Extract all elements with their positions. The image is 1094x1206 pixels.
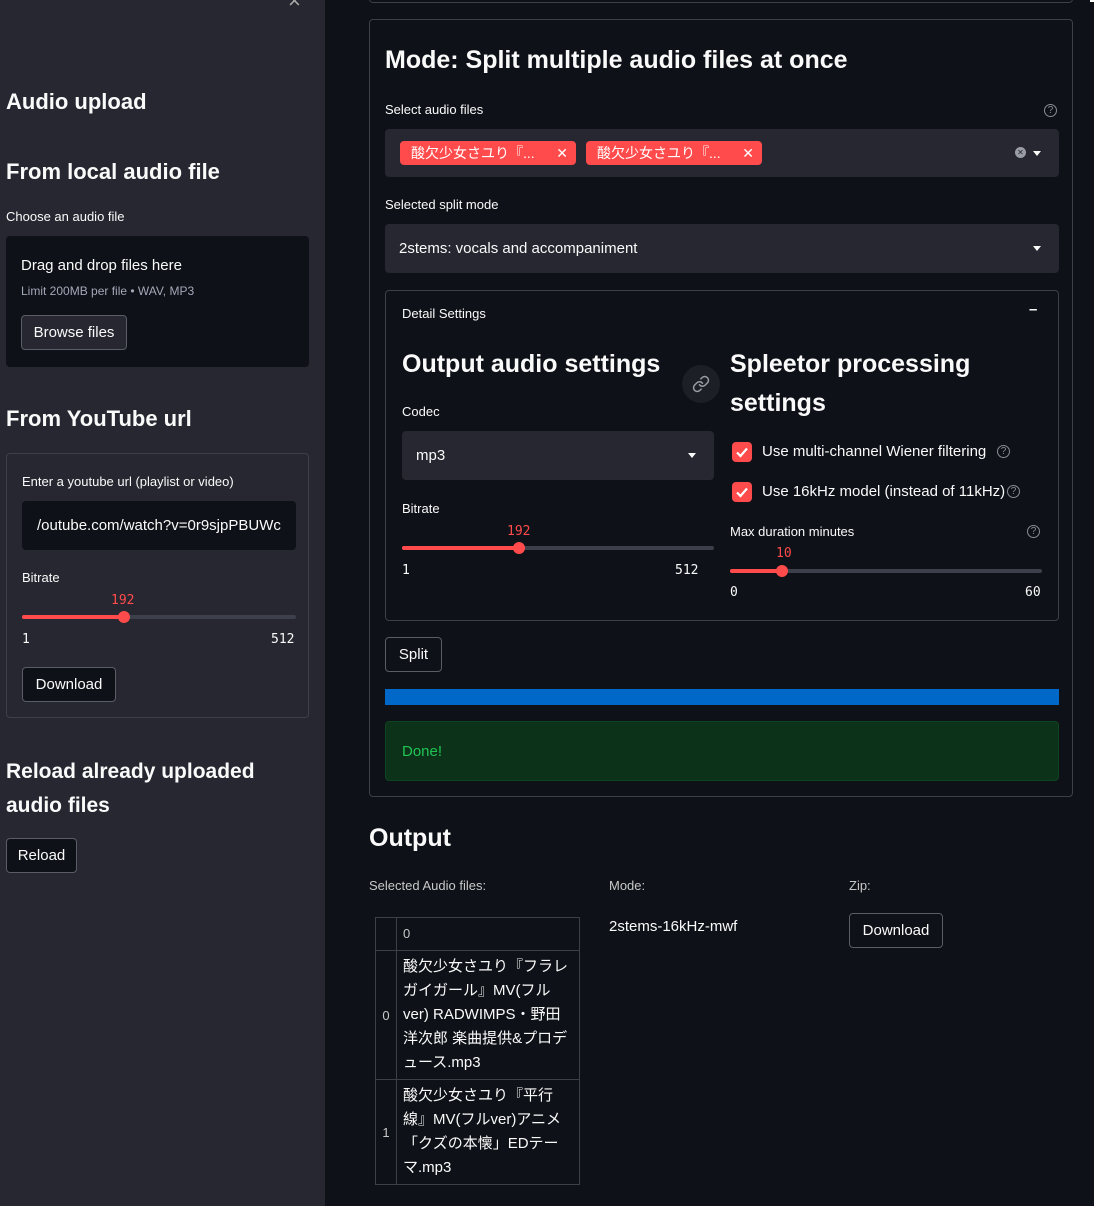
mode-title: Mode: Split multiple audio files at once	[385, 46, 848, 74]
model16k-label: Use 16kHz model (instead of 11kHz)	[762, 483, 1006, 500]
split-button[interactable]: Split	[385, 637, 442, 672]
output-bitrate-slider[interactable]	[402, 542, 714, 554]
table-row: 0 酸欠少女さユり『フラレガイガール』MV(フルver) RADWIMPS・野田…	[375, 950, 580, 1080]
remove-tag-icon[interactable]: ✕	[742, 145, 754, 162]
dropzone-text: Drag and drop files here	[21, 257, 182, 274]
max-duration-slider[interactable]	[730, 565, 1042, 577]
dropzone-limit: Limit 200MB per file • WAV, MP3	[21, 284, 195, 298]
output-bitrate-max: 512	[675, 563, 699, 578]
local-file-title: From local audio file	[6, 159, 220, 184]
progress-bar	[385, 689, 1059, 705]
output-settings-title: Output audio settings	[402, 350, 661, 378]
bitrate-slider-thumb[interactable]	[118, 611, 131, 623]
output-bitrate-value: 192	[507, 524, 531, 539]
chevron-down-icon[interactable]	[1033, 246, 1041, 251]
reload-title: Reload already uploaded audio files	[6, 755, 255, 823]
table-cell: 酸欠少女さユり『平行線』MV(フルver)アニメ「クズの本懐」EDテーマ.mp3	[396, 1079, 580, 1185]
max-duration-help-icon[interactable]: ?	[1027, 525, 1040, 538]
output-bitrate-label: Bitrate	[402, 501, 440, 516]
select-files-help-icon[interactable]: ?	[1044, 104, 1057, 117]
youtube-form: Enter a youtube url (playlist or video) …	[6, 453, 309, 718]
mode-label: Mode:	[609, 878, 646, 893]
previous-container-edge	[369, 0, 1073, 3]
split-mode-value: 2stems: vocals and accompaniment	[399, 240, 638, 257]
table-row-index: 1	[375, 1079, 397, 1185]
browse-files-button[interactable]: Browse files	[21, 315, 127, 350]
split-mode-select[interactable]: 2stems: vocals and accompaniment	[385, 224, 1059, 273]
table-cell: 酸欠少女さユり『フラレガイガール』MV(フルver) RADWIMPS・野田洋次…	[396, 950, 580, 1080]
success-alert: Done!	[385, 721, 1059, 781]
table-column-header: 0	[396, 917, 580, 951]
select-files-label: Select audio files	[385, 102, 484, 117]
max-duration-slider-thumb[interactable]	[776, 565, 788, 577]
audio-upload-title: Audio upload	[6, 89, 147, 114]
chevron-down-icon[interactable]	[1033, 151, 1041, 156]
table-row: 1 酸欠少女さユり『平行線』MV(フルver)アニメ「クズの本懐」EDテーマ.m…	[375, 1079, 580, 1185]
bitrate-slider-fill	[22, 615, 125, 619]
bitrate-min: 1	[22, 632, 30, 647]
sidebar: × Audio upload From local audio file Cho…	[0, 0, 325, 1206]
selected-file-tag[interactable]: 酸欠少女さユり『... ✕	[400, 141, 576, 165]
mode-container: Mode: Split multiple audio files at once…	[369, 19, 1073, 797]
done-text: Done!	[402, 743, 443, 760]
youtube-url-input[interactable]: /outube.com/watch?v=0r9sjpPBUWc	[22, 501, 296, 550]
codec-label: Codec	[402, 404, 440, 419]
selected-file-tag-label: 酸欠少女さユり『...	[597, 145, 721, 161]
chevron-down-icon[interactable]	[688, 453, 696, 458]
codec-value: mp3	[416, 447, 446, 464]
max-duration-value: 10	[776, 546, 792, 561]
wiener-checkbox[interactable]	[732, 442, 752, 462]
file-dropzone[interactable]: Drag and drop files here Limit 200MB per…	[6, 236, 309, 367]
detail-settings-expander: Detail Settings – Output audio settings …	[385, 290, 1059, 621]
max-duration-label: Max duration minutes	[730, 524, 855, 539]
link-icon[interactable]	[682, 365, 720, 403]
wiener-label: Use multi-channel Wiener filtering	[762, 443, 987, 460]
max-duration-min: 0	[730, 585, 738, 600]
split-mode-label: Selected split mode	[385, 197, 499, 212]
mode-value: 2stems-16kHz-mwf	[609, 918, 738, 935]
bitrate-slider-value: 192	[111, 593, 135, 608]
zip-download-button[interactable]: Download	[849, 913, 943, 948]
model16k-checkbox[interactable]	[732, 482, 752, 502]
max-duration-max: 60	[1025, 585, 1041, 600]
codec-select[interactable]: mp3	[402, 431, 714, 480]
table-corner-cell	[375, 917, 397, 951]
zip-label: Zip:	[849, 878, 871, 893]
clear-all-icon[interactable]: ✕	[1015, 147, 1026, 158]
reload-title-line1: Reload already uploaded	[6, 760, 255, 783]
reload-button[interactable]: Reload	[6, 838, 77, 873]
wiener-help-icon[interactable]: ?	[997, 445, 1010, 458]
selected-file-tag[interactable]: 酸欠少女さユり『... ✕	[586, 141, 762, 165]
output-bitrate-slider-thumb[interactable]	[512, 542, 525, 554]
output-bitrate-min: 1	[402, 563, 410, 578]
model16k-help-icon[interactable]: ?	[1007, 485, 1020, 498]
table-row-index: 0	[375, 950, 397, 1080]
remove-tag-icon[interactable]: ✕	[556, 145, 568, 162]
progress-bar-fill	[385, 689, 1059, 705]
detail-settings-label[interactable]: Detail Settings	[402, 306, 486, 321]
output-bitrate-slider-fill	[402, 546, 519, 550]
bitrate-label: Bitrate	[22, 570, 60, 585]
selected-audio-label: Selected Audio files:	[369, 878, 487, 893]
spleeter-title-line1: Spleetor processing	[730, 350, 971, 378]
close-sidebar-icon[interactable]: ×	[288, 0, 301, 14]
selected-file-tag-label: 酸欠少女さユり『...	[411, 145, 535, 161]
bitrate-max: 512	[271, 632, 295, 647]
bitrate-slider[interactable]	[22, 611, 296, 623]
edge-mark	[1090, 0, 1094, 2]
youtube-title: From YouTube url	[6, 406, 192, 431]
youtube-download-button[interactable]: Download	[22, 667, 116, 702]
reload-title-line2: audio files	[6, 794, 110, 817]
spleeter-settings-title: Spleetor processing settings	[730, 345, 970, 423]
selected-files-table: 0 0 酸欠少女さユり『フラレガイガール』MV(フルver) RADWIMPS・…	[375, 917, 580, 1185]
output-title: Output	[369, 824, 451, 852]
max-duration-slider-fill	[730, 569, 782, 573]
youtube-url-label: Enter a youtube url (playlist or video)	[22, 474, 234, 489]
table-header-row: 0	[375, 917, 580, 951]
collapse-icon[interactable]: –	[1029, 301, 1037, 318]
audio-files-multiselect[interactable]: 酸欠少女さユり『... ✕ 酸欠少女さユり『... ✕ ✕	[385, 129, 1059, 177]
choose-file-label: Choose an audio file	[6, 209, 125, 224]
spleeter-title-line2: settings	[730, 389, 826, 417]
